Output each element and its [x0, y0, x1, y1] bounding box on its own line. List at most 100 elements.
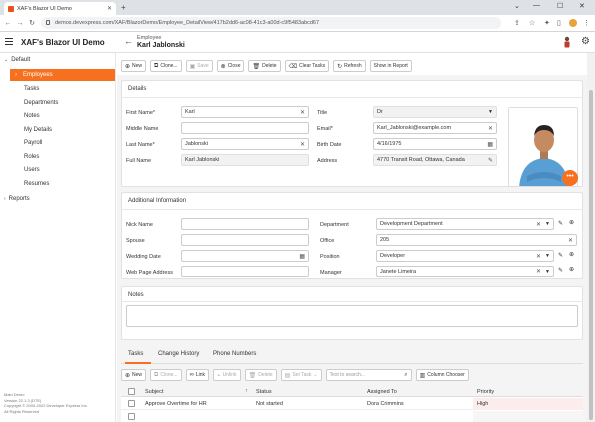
middle-name-field[interactable]: [181, 122, 309, 134]
clear-icon[interactable]: ✕: [300, 109, 305, 116]
close-tab-icon[interactable]: ✕: [107, 5, 112, 12]
tab-tasks[interactable]: Tasks: [128, 351, 143, 357]
dropdown-arrow-icon[interactable]: ▼: [545, 269, 550, 275]
grid-delete-button[interactable]: 🗑 Delete: [244, 369, 277, 381]
sidebar-item-tasks[interactable]: Tasks: [24, 86, 39, 92]
sidebar-item-employees[interactable]: › Employees: [10, 69, 115, 81]
close-button[interactable]: ⊗ Close: [216, 60, 245, 72]
save-button[interactable]: ▣ Save: [185, 60, 213, 72]
chevron-down-icon[interactable]: ⌄: [514, 2, 520, 10]
spouse-field[interactable]: [181, 234, 309, 246]
address-field[interactable]: 4770 Transit Road, Ottawa, Canada ✎: [373, 154, 497, 166]
dropdown-arrow-icon[interactable]: ▼: [545, 253, 550, 259]
add-circle-icon[interactable]: ⊕: [569, 251, 574, 258]
grid-search-input[interactable]: Text to search... ⌕: [325, 369, 412, 381]
row-checkbox[interactable]: [128, 413, 135, 420]
email-field[interactable]: Karl_Jablonski@example.com ✕: [373, 122, 497, 134]
dropdown-arrow-icon[interactable]: ▼: [545, 221, 550, 227]
edit-pencil-icon[interactable]: ✎: [488, 157, 493, 164]
tab-change-history[interactable]: Change History: [158, 351, 199, 357]
clear-icon[interactable]: ✕: [536, 268, 541, 275]
clear-icon[interactable]: ✕: [300, 141, 305, 148]
grid-set-task-button[interactable]: ▤ Set Task ⌄: [280, 369, 322, 381]
sidebar-item-users[interactable]: Users: [24, 167, 40, 173]
tab-phone-numbers[interactable]: Phone Numbers: [213, 351, 256, 357]
column-header-subject[interactable]: Subject: [145, 389, 163, 395]
nick-name-field[interactable]: [181, 218, 309, 230]
maximize-icon[interactable]: ☐: [557, 2, 563, 10]
star-icon[interactable]: ☆: [529, 19, 535, 27]
calendar-icon[interactable]: ▦: [487, 141, 493, 148]
new-button[interactable]: ⊕ New: [121, 60, 147, 72]
minimize-icon[interactable]: —: [533, 2, 540, 9]
reload-icon[interactable]: ↻: [26, 19, 38, 27]
hamburger-menu-icon[interactable]: [5, 38, 13, 45]
user-icon[interactable]: [563, 36, 571, 48]
back-arrow-icon[interactable]: ←: [124, 36, 133, 46]
delete-button[interactable]: 🗑 Delete: [248, 60, 281, 72]
share-icon[interactable]: ⇪: [514, 19, 520, 27]
sidebar-item-roles[interactable]: Roles: [24, 154, 39, 160]
scrollbar-thumb[interactable]: [589, 90, 593, 420]
new-tab-button[interactable]: +: [121, 3, 126, 12]
edit-pencil-icon[interactable]: ✎: [558, 267, 563, 274]
notes-textarea[interactable]: [126, 305, 578, 327]
edit-pencil-icon[interactable]: ✎: [558, 252, 563, 259]
first-name-field[interactable]: Karl ✕: [181, 106, 309, 118]
back-nav-icon[interactable]: ←: [2, 20, 14, 27]
profile-avatar[interactable]: [569, 19, 577, 27]
more-actions-button[interactable]: •••: [562, 170, 578, 186]
column-header-status[interactable]: Status: [256, 389, 272, 395]
grid-unlink-button[interactable]: ⌁ Unlink: [213, 369, 241, 381]
nav-group-default[interactable]: ⌄ Default: [4, 57, 30, 63]
column-header-priority[interactable]: Priority: [477, 389, 494, 395]
clear-tasks-button[interactable]: ⌫ Clear Tasks: [284, 60, 330, 72]
sidebar-toggle-icon[interactable]: ▯: [557, 19, 561, 27]
table-row[interactable]: [121, 411, 583, 422]
close-window-icon[interactable]: ✕: [579, 2, 585, 10]
row-checkbox[interactable]: [128, 400, 135, 407]
department-field[interactable]: Development Department ✕ ▼: [376, 218, 554, 230]
table-row[interactable]: Approve Overtime for HR Not started Dora…: [121, 398, 583, 410]
sidebar-item-payroll[interactable]: Payroll: [24, 140, 42, 146]
column-header-assigned-to[interactable]: Assigned To: [367, 389, 397, 395]
clear-icon[interactable]: ✕: [536, 221, 541, 228]
sidebar-item-departments[interactable]: Departments: [24, 100, 58, 106]
url-field[interactable]: demos.devexpress.com/XAF/BlazorDemo/Empl…: [41, 17, 501, 29]
show-in-report-button[interactable]: Show in Report: [369, 60, 412, 72]
sort-asc-icon[interactable]: ↑: [245, 388, 248, 394]
sidebar-item-notes[interactable]: Notes: [24, 113, 40, 119]
position-field[interactable]: Developer ✕ ▼: [376, 250, 554, 262]
add-circle-icon[interactable]: ⊕: [569, 219, 574, 226]
title-select[interactable]: Dr ▼: [373, 106, 497, 118]
more-menu-icon[interactable]: ⋮: [583, 19, 590, 27]
sidebar-item-resumes[interactable]: Resumes: [24, 181, 49, 187]
column-chooser-button[interactable]: ▥ Column Chooser: [415, 369, 469, 381]
browser-tab[interactable]: XAF's Blazor UI Demo ✕: [4, 2, 116, 15]
clear-icon[interactable]: ✕: [536, 253, 541, 260]
clear-icon[interactable]: ✕: [568, 237, 573, 244]
edit-pencil-icon[interactable]: ✎: [558, 220, 563, 227]
birth-date-field[interactable]: 4/16/1975 ▦: [373, 138, 497, 150]
dropdown-arrow-icon[interactable]: ▼: [488, 109, 493, 115]
office-field[interactable]: 205 ✕: [376, 234, 577, 246]
gear-icon[interactable]: ⚙: [581, 36, 590, 47]
grid-link-button[interactable]: ∞ Link: [185, 369, 210, 381]
refresh-button[interactable]: ↻ Refresh: [333, 60, 366, 72]
search-icon[interactable]: ⌕: [404, 372, 407, 379]
clear-icon[interactable]: ✕: [488, 125, 493, 132]
select-all-checkbox[interactable]: [128, 388, 135, 395]
manager-field[interactable]: Janete Limeira ✕ ▼: [376, 266, 554, 277]
web-page-field[interactable]: [181, 266, 309, 277]
forward-nav-icon[interactable]: →: [14, 20, 26, 27]
last-name-field[interactable]: Jablonski ✕: [181, 138, 309, 150]
nav-group-reports[interactable]: › Reports: [4, 196, 30, 202]
sidebar-item-my-details[interactable]: My Details: [24, 127, 52, 133]
grid-clone-button[interactable]: ⧉ Clone...: [150, 369, 182, 381]
add-circle-icon[interactable]: ⊕: [569, 266, 574, 273]
grid-new-button[interactable]: ⊕ New: [121, 369, 147, 381]
wedding-date-field[interactable]: ▦: [181, 250, 309, 262]
extensions-icon[interactable]: ✦: [544, 19, 550, 27]
clone-button[interactable]: ⧉ Clone...: [150, 60, 182, 72]
calendar-icon[interactable]: ▦: [299, 253, 305, 260]
